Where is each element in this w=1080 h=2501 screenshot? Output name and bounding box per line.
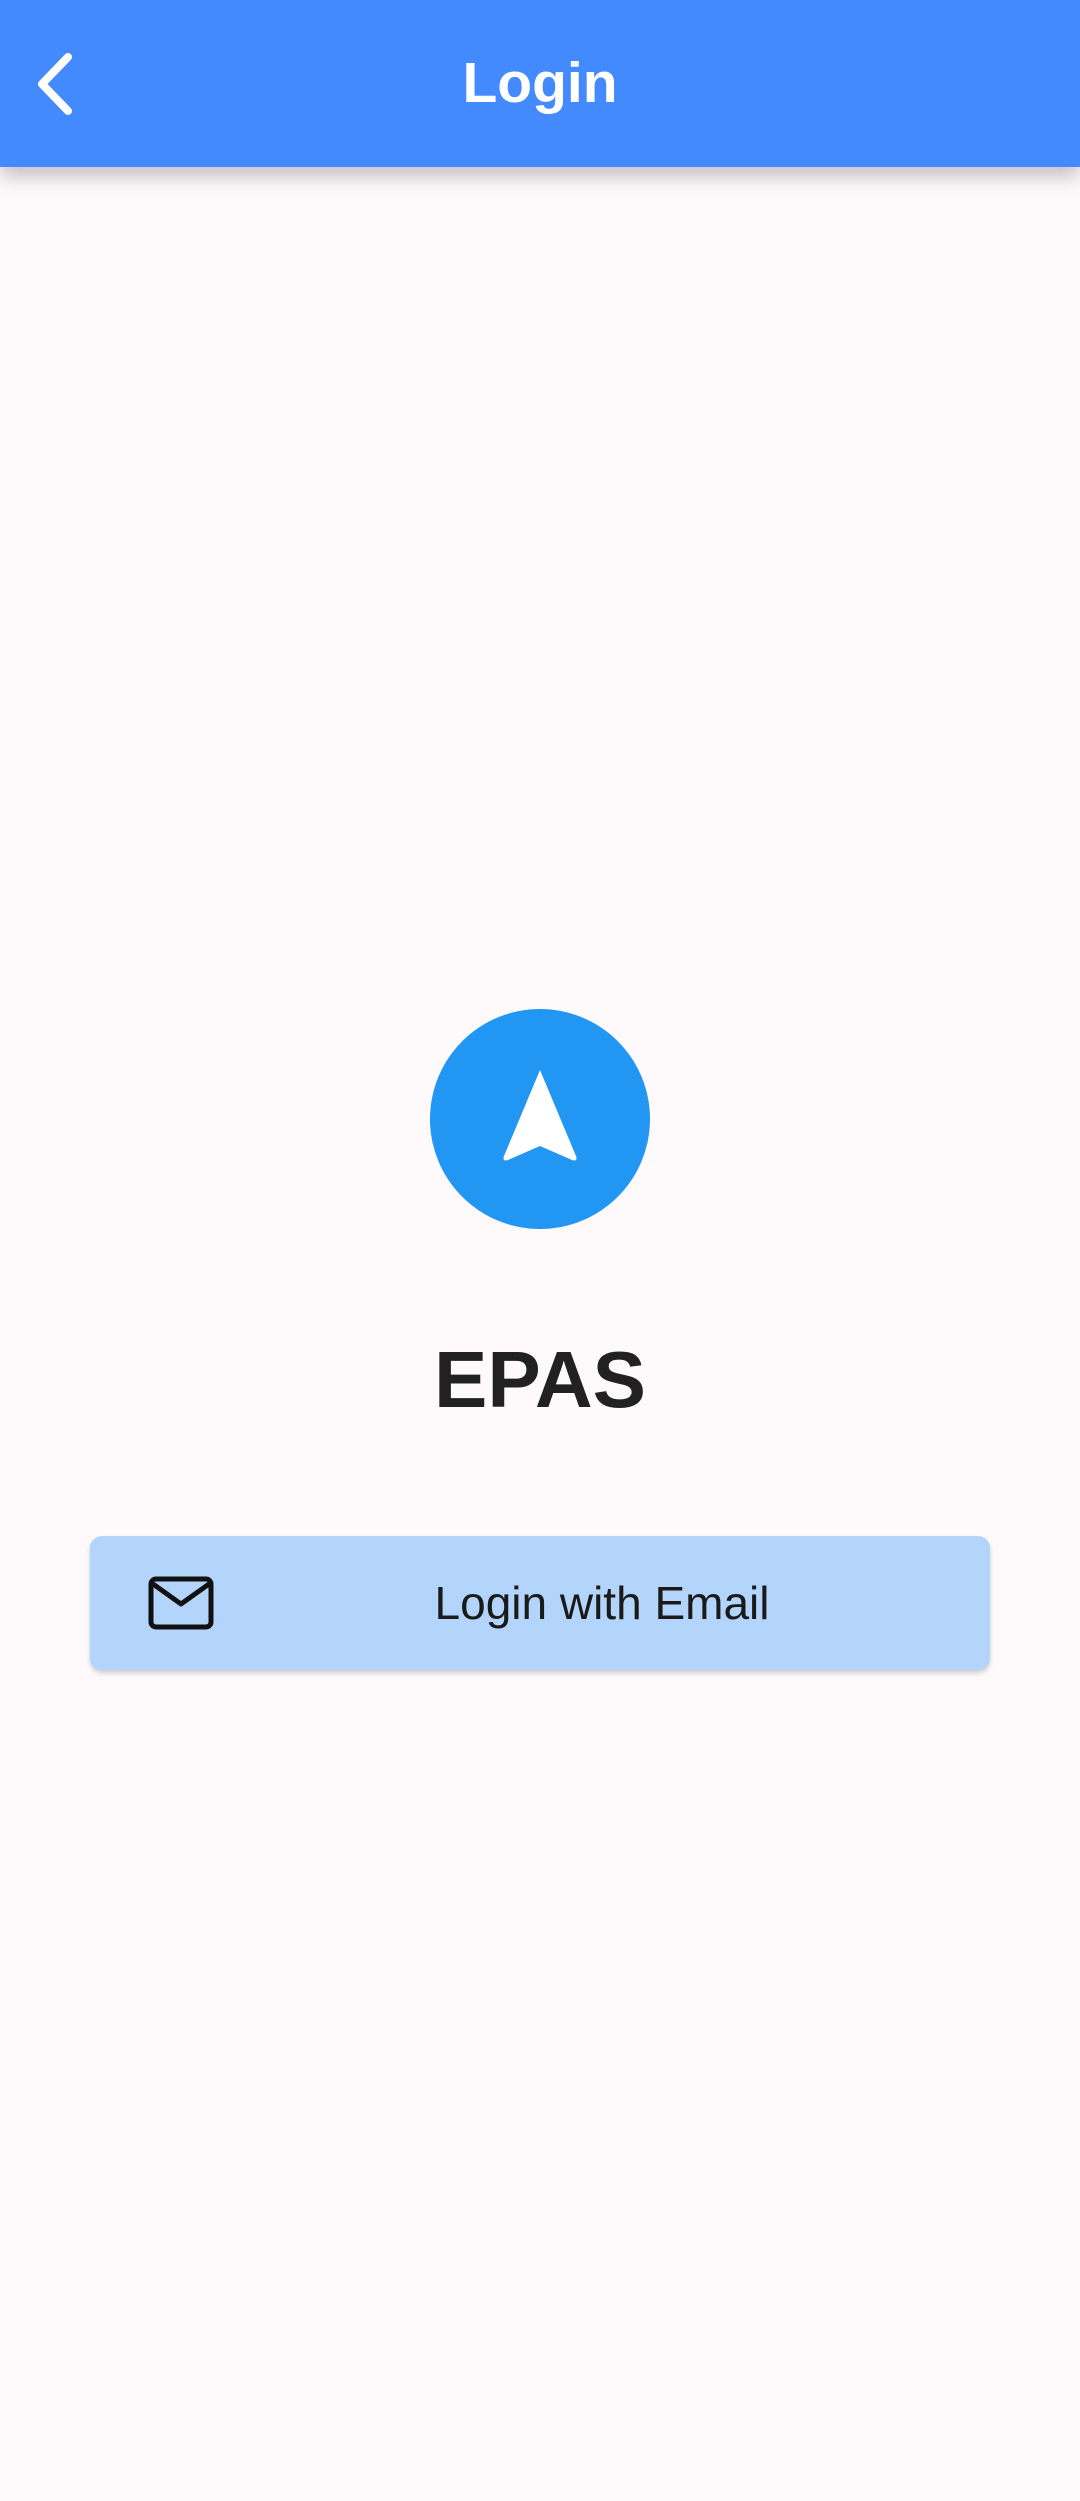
app-logo	[430, 1009, 650, 1229]
page-title: Login	[462, 51, 618, 115]
login-with-email-label: Login with Email	[434, 1577, 770, 1629]
login-with-email-button[interactable]: Login with Email	[90, 1536, 990, 1670]
navigation-arrow-icon	[503, 1070, 577, 1161]
mail-icon	[148, 1576, 214, 1630]
app-bar: Login	[0, 0, 1080, 167]
app-name: EPAS	[434, 1335, 646, 1424]
